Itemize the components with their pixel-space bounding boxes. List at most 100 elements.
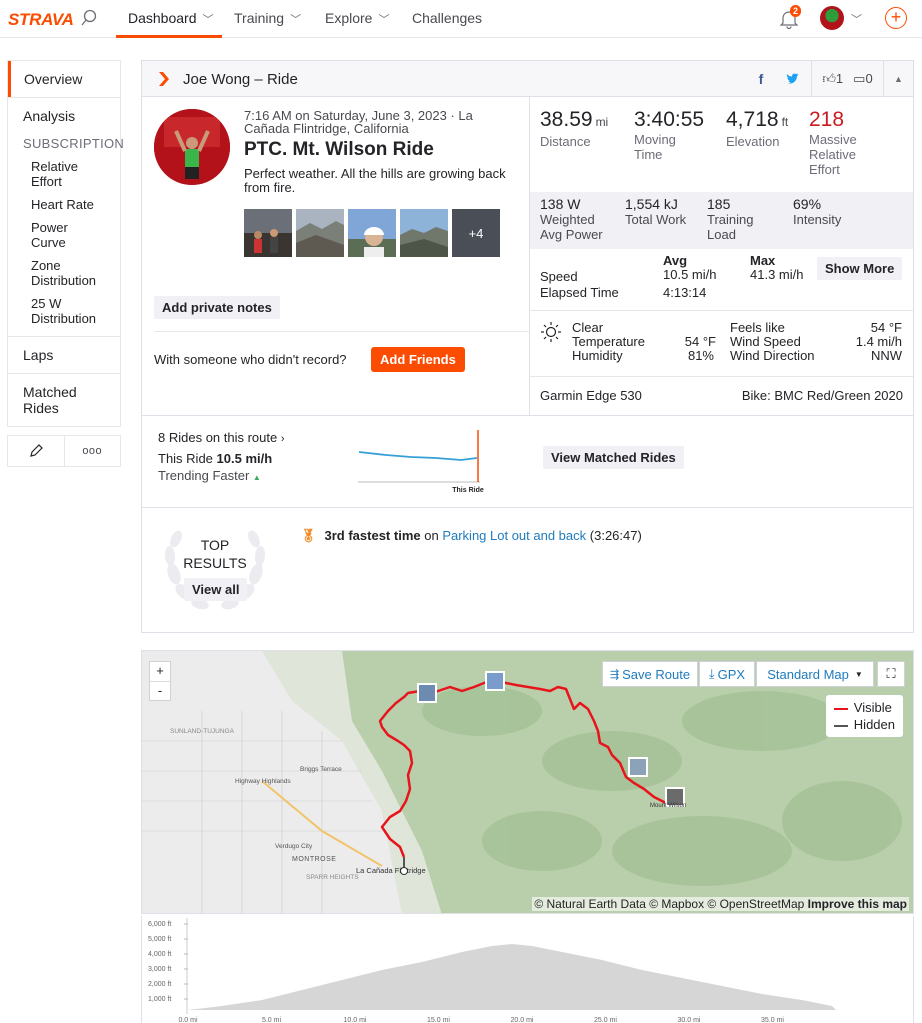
legend-visible: Visible — [833, 699, 895, 716]
top-results-section: TOP RESULTS View all 🏅︎ 3rd fastest time o… — [142, 507, 913, 633]
activity-date: 7:16 AM on Saturday, June 3, 2023 · La C… — [244, 108, 473, 136]
nav-challenges[interactable]: Challenges — [412, 10, 482, 26]
photo-thumbnail[interactable] — [296, 209, 344, 257]
zoom-in-button[interactable]: + — [156, 662, 164, 681]
temperature-value: 54 °F — [684, 334, 716, 349]
view-matched-rides-button[interactable]: View Matched Rides — [543, 446, 684, 469]
elapsed-label: Elapsed Time — [540, 285, 619, 300]
sidebar-item-power-curve[interactable]: Power Curve — [8, 216, 120, 254]
kudos-comments[interactable]: 👍︎1 ▭0 — [811, 61, 883, 97]
elevation-y-tick: 2,000 ft — [148, 981, 171, 988]
more-photos-button[interactable]: +4 — [452, 209, 500, 257]
activity-header-title[interactable]: Joe Wong – Ride — [183, 71, 298, 88]
elevation-profile[interactable]: 6,000 ft 5,000 ft 4,000 ft 3,000 ft 2,000 ft… — [141, 916, 914, 1023]
nav-explore[interactable]: Explore ﹀ — [325, 10, 389, 27]
improve-map-link[interactable]: Improve this map — [808, 897, 907, 911]
save-route-button[interactable]: ⇶ Save Route — [602, 661, 698, 687]
download-icon: ⤓ — [708, 666, 715, 681]
comment-icon: ▭ — [853, 71, 866, 86]
weather-panel: Clear Temperature 54 °F Humidity 81% Fee… — [530, 311, 913, 377]
place-label: Verdugo City — [275, 843, 313, 850]
divider — [154, 331, 530, 332]
athlete-avatar[interactable] — [154, 109, 230, 185]
power-stats: 138 W Weighted Avg Power 1,554 kJ Total Wo… — [530, 192, 913, 249]
activity-header: Joe Wong – Ride f 👍︎1 ▭0 ▲ — [142, 61, 913, 97]
twitter-share-button[interactable] — [775, 61, 811, 97]
upload-plus-icon[interactable]: + — [885, 7, 907, 29]
kudos-count[interactable]: 👍︎1 — [822, 71, 843, 87]
rides-on-route-link[interactable]: 8 Rides on this route › — [158, 430, 285, 445]
activity-summary: 7:16 AM on Saturday, June 3, 2023 · La C… — [142, 97, 530, 415]
sidebar: Overview Analysis SUBSCRIPTION Relative … — [7, 60, 124, 467]
place-label: Briggs Terrace — [300, 766, 342, 773]
elevation-x-tick: 20.0 mi — [511, 1017, 534, 1023]
show-more-button[interactable]: Show More — [817, 257, 903, 280]
bike-name[interactable]: Bike: BMC Red/Green 2020 — [742, 389, 903, 403]
sidebar-item-analysis[interactable]: Analysis — [8, 98, 120, 130]
ellipsis-icon: ooo — [82, 445, 103, 457]
elevation-x-tick: 0.0 mi — [178, 1017, 198, 1023]
zoom-out-button[interactable]: - — [150, 680, 170, 700]
sidebar-item-relative-effort[interactable]: Relative Effort — [8, 155, 120, 193]
chevron-down-icon: ﹀ — [378, 14, 390, 26]
max-header: Max — [750, 253, 776, 268]
achievement-item: 🏅︎ 3rd fastest time on Parking Lot out an… — [300, 528, 642, 543]
sidebar-item-laps[interactable]: Laps — [8, 337, 120, 373]
stat-relative-effort[interactable]: 218 Massive Relative Effort — [809, 109, 869, 178]
photo-thumbnail[interactable] — [244, 209, 292, 257]
map-style-select[interactable]: Standard Map ▼ — [756, 661, 874, 687]
caret-down-icon: ▼ — [854, 669, 863, 679]
chevron-down-icon: ﹀ — [290, 14, 302, 26]
sidebar-item-25w-distribution[interactable]: 25 W Distribution — [8, 292, 120, 330]
speed-avg: 10.5 mi/h — [663, 267, 717, 282]
nav-dashboard[interactable]: Dashboard ﹀ — [128, 10, 214, 27]
feels-like-label: Feels like — [730, 320, 785, 335]
wind-direction-label: Wind Direction — [730, 348, 815, 363]
avatar[interactable] — [820, 6, 844, 30]
facebook-share-button[interactable]: f — [747, 61, 775, 97]
sidebar-item-overview[interactable]: Overview — [8, 61, 120, 97]
comment-count[interactable]: ▭0 — [853, 71, 873, 87]
search-icon[interactable] — [80, 9, 98, 27]
place-label: Highway Highlands — [235, 778, 291, 785]
collapse-button[interactable]: ▲ — [883, 61, 913, 97]
stat-distance: 38.59 mi Distance — [540, 108, 609, 150]
photo-thumbnail[interactable] — [400, 209, 448, 257]
wind-direction-value: NNW — [870, 348, 902, 363]
thumbs-up-icon: 👍︎ — [822, 71, 836, 86]
medal-icon: 🏅︎ — [300, 528, 317, 543]
route-map[interactable]: Briggs Terrace Highway Highlands Verdugo… — [141, 650, 914, 914]
sidebar-item-zone-distribution[interactable]: Zone Distribution — [8, 254, 120, 292]
chevron-down-icon[interactable]: ﹀ — [851, 11, 862, 27]
top-results-label: TOP RESULTS — [183, 537, 247, 571]
photo-thumbnail[interactable] — [348, 209, 396, 257]
add-private-notes-button[interactable]: Add private notes — [154, 296, 280, 319]
place-label: La Cañada Flintridge — [356, 866, 426, 875]
elevation-y-tick: 3,000 ft — [148, 966, 171, 973]
sidebar-item-matched-rides[interactable]: Matched Rides — [8, 374, 88, 426]
view-all-button[interactable]: View all — [184, 578, 248, 601]
stat-moving-time: 3:40:55 Moving Time — [634, 108, 705, 163]
edit-button[interactable] — [8, 436, 65, 466]
nav-training[interactable]: Training ﹀ — [234, 10, 301, 27]
fullscreen-button[interactable]: ⛶ — [877, 661, 905, 687]
map-attribution[interactable]: © Natural Earth Data © Mapbox © OpenStre… — [532, 897, 909, 911]
trend-up-icon: ▲ — [252, 473, 261, 482]
device-info: Garmin Edge 530 Bike: BMC Red/Green 2020 — [530, 377, 913, 415]
more-options-button[interactable]: ooo — [65, 436, 121, 466]
strava-logo[interactable]: STRAVA — [8, 10, 74, 30]
add-friends-button[interactable]: Add Friends — [371, 347, 465, 372]
humidity-label: Humidity — [572, 348, 623, 363]
sun-icon — [541, 322, 561, 342]
legend-hidden: Hidden — [833, 716, 895, 733]
photo-strip: +4 — [244, 209, 500, 257]
stat-elevation: 4,718 ft Elevation — [726, 108, 789, 150]
activity-title: PTC. Mt. Wilson Ride — [244, 139, 434, 160]
sidebar-item-heart-rate[interactable]: Heart Rate — [8, 193, 120, 216]
elevation-x-tick: 30.0 mi — [678, 1017, 701, 1023]
pencil-icon — [29, 444, 43, 457]
segment-link[interactable]: Parking Lot out and back — [442, 528, 586, 543]
wind-speed-label: Wind Speed — [730, 334, 801, 349]
gpx-download-button[interactable]: ⤓ GPX — [699, 661, 755, 687]
matched-rides-chart: This Ride — [358, 430, 484, 494]
